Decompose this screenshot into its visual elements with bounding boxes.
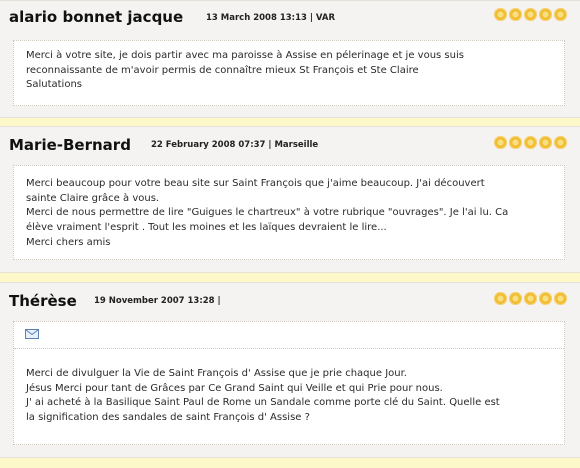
star-icon [539,8,552,21]
entry-author: alario bonnet jacque [9,8,184,26]
entry-header: Marie-Bernard 22 February 2008 07:37 | M… [0,127,580,157]
entry-body: Merci de divulguer la Vie de Saint Franç… [13,321,565,445]
entry-text-line: Merci de nous permettre de lire "Guigues… [26,207,509,219]
star-icon [524,8,537,21]
entry-text-line: Jésus Merci pour tant de Grâces par Ce G… [26,382,443,394]
star-icon [524,292,537,305]
star-icon [554,292,567,305]
entry-text-line: J' ai acheté à la Basilique Saint Paul d… [26,397,500,409]
entry-text-line: Merci chers amis [26,236,111,248]
star-icon [494,292,507,305]
guestbook-entry: Marie-Bernard 22 February 2008 07:37 | M… [0,126,580,273]
star-icon [509,136,522,149]
entry-author: Thérèse [9,292,77,310]
star-icon [494,136,507,149]
star-icon [509,292,522,305]
entry-text-line: Merci de divulguer la Vie de Saint Franç… [26,368,407,379]
rating-stars [492,8,567,24]
entry-body: Merci beaucoup pour votre beau site sur … [13,165,565,260]
star-icon [539,136,552,149]
star-icon [494,8,507,21]
entry-header: Thérèse 19 November 2007 13:28 | [0,283,580,313]
rating-stars [492,136,567,152]
entry-text-line: Merci à votre site, je dois partir avec … [26,50,464,61]
guestbook-entry: alario bonnet jacque 13 March 2008 13:13… [0,0,580,118]
entry-text-line: la signification des sandales de saint F… [26,412,310,424]
star-icon [539,292,552,305]
rating-stars [492,292,567,308]
entry-text-line: Salutations [26,79,83,91]
entry-body: Merci à votre site, je dois partir avec … [13,40,565,106]
star-icon [524,136,537,149]
entry-text-line: Merci beaucoup pour votre beau site sur … [26,178,485,189]
envelope-icon[interactable] [25,329,39,339]
guestbook-entry: Thérèse 19 November 2007 13:28 | Merci d… [0,282,580,458]
entry-divider [14,348,564,349]
entry-author: Marie-Bernard [9,136,131,154]
entry-text-line: élève vraiment l'esprit . Tout les moine… [26,222,387,234]
star-icon [554,136,567,149]
entry-meta: 19 November 2007 13:28 | [94,296,221,306]
entry-text-line: sainte Claire grâce à vous. [26,192,160,204]
star-icon [554,8,567,21]
entry-meta: 22 February 2008 07:37 | Marseille [151,140,319,150]
star-icon [509,8,522,21]
entry-text-line: reconnaissante de m'avoir permis de conn… [26,64,419,76]
entry-header: alario bonnet jacque 13 March 2008 13:13… [0,1,580,31]
entry-meta: 13 March 2008 13:13 | VAR [206,13,336,23]
